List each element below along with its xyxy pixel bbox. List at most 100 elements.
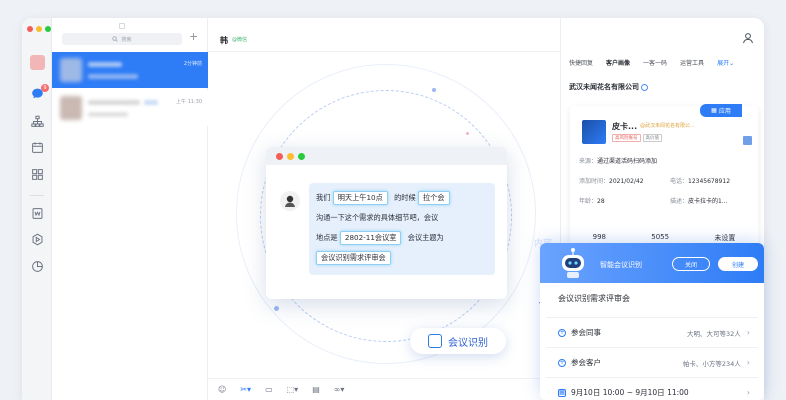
meeting-recognition-button[interactable]: 会议识别 [410,328,506,354]
popup-titlebar [266,147,507,165]
customer-stats: 998 5055 未设置 [570,233,758,243]
apply-button[interactable]: ▦ 应用 [700,104,742,117]
age-label: 年龄： [579,198,598,205]
panel-tabs: 快捷回复 客户画像 一客一码 运营工具 展开⌄ [561,58,764,72]
msg-text: 的时候 [394,193,416,202]
smart-meeting-title: 智能会议识别 [600,261,642,269]
add-button[interactable]: + [189,31,198,43]
message-line-4: 会议识别需求评审会 [316,251,391,265]
chat-title: 韩 [220,36,228,45]
desc-value: 皮卡拉卡的1... [688,198,728,205]
pie-chart-icon[interactable] [29,258,45,274]
image-icon[interactable]: ▭ [265,385,273,394]
robot-icon [562,248,584,278]
customer-card: 皮卡... @武汉未闻花名有限公... 高风险账号 高价值 来源：通过渠道活码扫… [570,106,758,256]
added-value: 2021/02/42 [609,178,644,185]
tab-quick-reply[interactable]: 快捷回复 [569,58,593,72]
session-list: 搜索 + 2分钟前 上午 11:30 [52,18,208,400]
tab-expand-label: 展开 [717,60,730,67]
chevron-right-icon: › [746,358,750,367]
emoji-icon[interactable]: ☺ [218,385,226,394]
value-tag: 高价值 [642,134,662,142]
tab-customer-profile[interactable]: 客户画像 [606,58,630,72]
calendar-icon: ▦ [558,388,566,397]
popup-close-dot[interactable] [276,152,283,160]
tab-one-code[interactable]: 一客一码 [643,58,667,72]
meeting-recognition-label: 会议识别 [448,337,488,349]
add-circle-icon: + [558,358,566,367]
apply-label: 应用 [718,108,731,115]
msg-text: 我们 [316,193,331,202]
row-value: 帕卡、小方等234人 [682,359,741,368]
attendee-colleagues-row[interactable]: + 参会同事 大明、大可等32人 › [546,317,758,347]
customer-desc-row: 描述：皮卡拉卡的1... [670,196,728,205]
message-line-1: 我们 明天上午10点 的时候 拉个会 [316,191,450,205]
verified-icon [641,83,648,91]
add-circle-icon: + [558,328,566,337]
popup-min-dot[interactable] [287,152,294,160]
close-window-button[interactable] [27,26,33,32]
session-name-blurred [88,62,122,67]
row-key: 9月10日 10:00 ~ 9月10日 11:00 [571,388,689,397]
tab-expand[interactable]: 展开⌄ [717,58,734,72]
customer-avatar [582,120,606,144]
source-label: 来源： [579,158,598,165]
popup-max-dot[interactable] [298,152,305,160]
highlight-meeting[interactable]: 拉个会 [417,191,450,205]
company-name-text: 武汉未闻花名有限公司 [569,83,639,91]
left-rail: 9 [22,18,52,400]
folder-icon[interactable]: ▤ [312,385,320,394]
customer-tags: 高风险账号 高价值 [612,134,662,142]
maximize-window-button[interactable] [45,26,51,32]
customer-added-row: 添加时间：2021/02/42 [579,176,644,185]
chevron-right-icon: › [746,388,750,397]
search-input[interactable]: 搜索 [62,33,182,45]
document-icon[interactable] [29,205,45,221]
session-time: 2分钟前 [183,61,202,67]
apps-icon[interactable] [29,166,45,182]
stat-1: 998 [592,233,606,241]
search-icon [112,36,119,42]
customer-source-row: 来源：通过渠道活码扫码添加 [579,156,657,165]
highlight-time[interactable]: 明天上午10点 [332,191,388,205]
screenshot-icon[interactable]: ⬚▾ [287,385,299,394]
highlight-topic[interactable]: 会议识别需求评审会 [316,251,391,265]
meeting-time-row[interactable]: ▦ 9月10日 10:00 ~ 9月10日 11:00 › [546,377,758,400]
window-controls [27,26,51,32]
highlight-location[interactable]: 2802-11会议室 [339,231,402,245]
session-time: 上午 11:30 [176,99,202,105]
grid-icon: ▦ [711,107,717,114]
edit-icon[interactable] [743,136,752,145]
tab-ops-tools[interactable]: 运营工具 [680,58,704,72]
message-bubble: 我们 明天上午10点 的时候 拉个会 沟通一下这个需求的具体细节吧，会议 地点是… [309,183,495,275]
row-key: 参会客户 [571,358,601,367]
decor-dot [466,132,469,135]
risk-tag: 高风险账号 [612,134,641,142]
create-button[interactable]: 创建 [718,257,758,271]
rail-divider [30,195,44,196]
decor-dot [432,88,436,92]
minimize-window-button[interactable] [36,26,42,32]
message-line-2: 沟通一下这个需求的具体细节吧，会议 [316,213,438,223]
hexagon-play-icon[interactable] [29,231,45,247]
search-placeholder: 搜索 [121,36,132,43]
unread-badge: 9 [41,84,49,92]
user-icon[interactable] [742,32,754,44]
user-avatar[interactable] [30,55,45,70]
phone-label: 电话： [670,178,689,185]
session-item-active[interactable]: 2分钟前 [52,52,208,88]
drag-handle[interactable] [119,23,125,29]
message-line-3: 地点是 2802-11会议室 会议主题为 [316,231,444,245]
link-icon[interactable]: ∞▾ [334,385,345,394]
row-value: 大明、大可等32人 [687,329,741,338]
session-item[interactable]: 上午 11:30 [52,90,208,126]
session-avatar [60,58,82,82]
close-button[interactable]: 关闭 [672,257,710,271]
stat-3: 未设置 [714,234,736,242]
attendee-customers-row[interactable]: + 参会客户 帕卡、小方等234人 › [546,347,758,377]
msg-text: 沟通一下这个需求的具体细节吧，会议 [316,213,439,222]
session-avatar [60,96,82,120]
calendar-icon[interactable] [29,139,45,155]
org-chart-icon[interactable] [29,113,45,129]
scissors-icon[interactable]: ✂▾ [240,385,251,394]
